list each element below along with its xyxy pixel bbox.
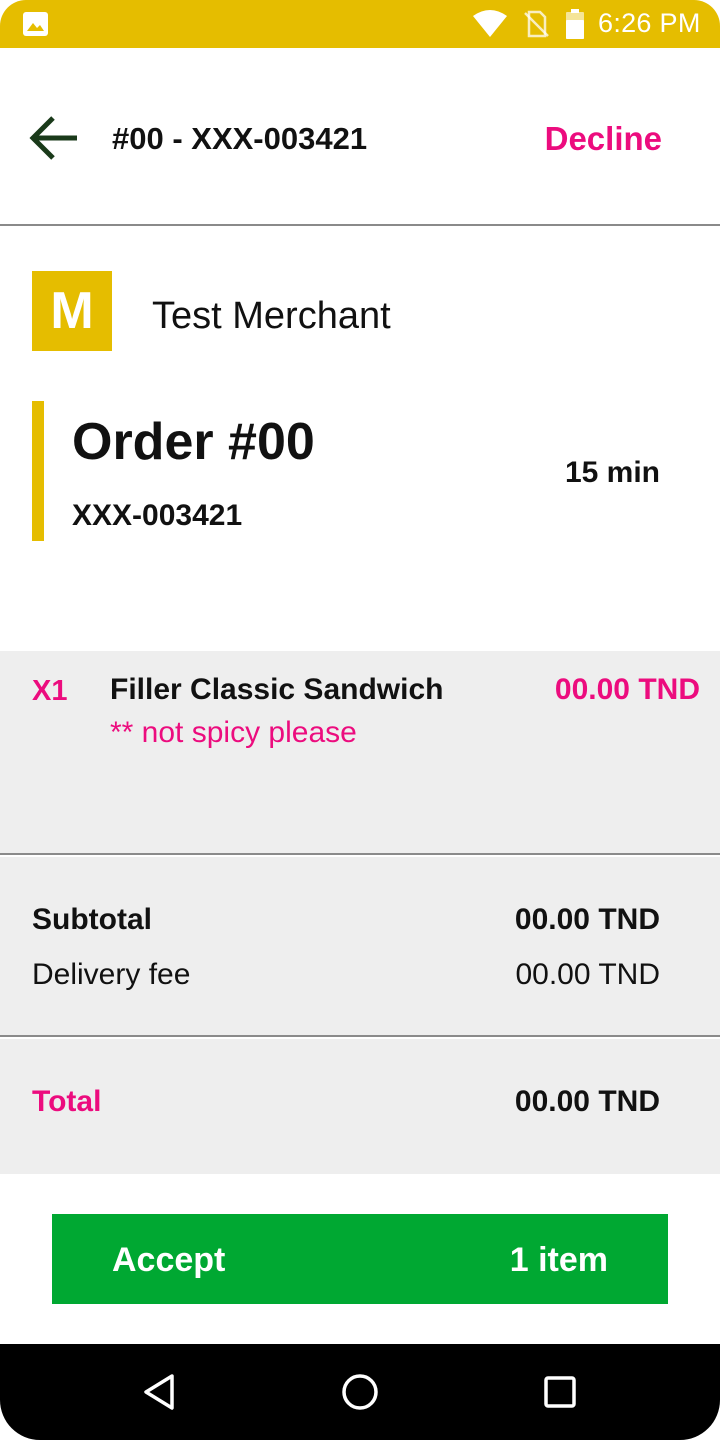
no-sim-icon bbox=[524, 10, 549, 38]
delivery-fee-label: Delivery fee bbox=[32, 958, 191, 991]
item-name: Filler Classic Sandwich bbox=[110, 673, 444, 706]
status-bar: 6:26 PM bbox=[0, 0, 720, 48]
item-price: 00.00 TND bbox=[554, 673, 700, 706]
price-summary-section: Subtotal 00.00 TND Delivery fee 00.00 TN… bbox=[0, 857, 720, 1037]
accept-label: Accept bbox=[112, 1241, 226, 1279]
item-note: ** not spicy please bbox=[110, 716, 357, 749]
decline-button[interactable]: Decline bbox=[545, 120, 662, 158]
battery-icon bbox=[566, 9, 584, 39]
app-header: #00 - XXX-003421 Decline bbox=[0, 48, 720, 226]
order-items-section: X1 Filler Classic Sandwich 00.00 TND ** … bbox=[0, 651, 720, 855]
order-title: Order #00 bbox=[72, 413, 315, 471]
nav-back-icon[interactable] bbox=[138, 1370, 182, 1414]
total-section: Total 00.00 TND bbox=[0, 1039, 720, 1174]
order-code: XXX-003421 bbox=[72, 499, 243, 532]
back-button[interactable] bbox=[22, 108, 84, 168]
merchant-name: Test Merchant bbox=[152, 295, 391, 337]
total-value: 00.00 TND bbox=[514, 1085, 660, 1118]
status-time: 6:26 PM bbox=[598, 8, 701, 38]
wifi-icon bbox=[473, 10, 507, 37]
system-nav-bar bbox=[0, 1344, 720, 1440]
subtotal-value: 00.00 TND bbox=[514, 903, 660, 936]
arrow-left-icon bbox=[29, 116, 77, 160]
gallery-icon bbox=[23, 12, 48, 36]
item-quantity: X1 bbox=[32, 675, 68, 707]
order-eta: 15 min bbox=[564, 456, 660, 489]
nav-recents-icon[interactable] bbox=[538, 1370, 582, 1414]
subtotal-label: Subtotal bbox=[32, 903, 152, 936]
accept-button[interactable]: Accept 1 item bbox=[52, 1214, 668, 1304]
order-accent-bar bbox=[32, 401, 44, 541]
total-label: Total bbox=[32, 1085, 102, 1118]
delivery-fee-value: 00.00 TND bbox=[515, 958, 660, 991]
nav-home-icon[interactable] bbox=[338, 1370, 382, 1414]
page-title: #00 - XXX-003421 bbox=[112, 121, 368, 156]
item-count: 1 item bbox=[509, 1241, 608, 1279]
merchant-logo: M bbox=[32, 271, 112, 351]
